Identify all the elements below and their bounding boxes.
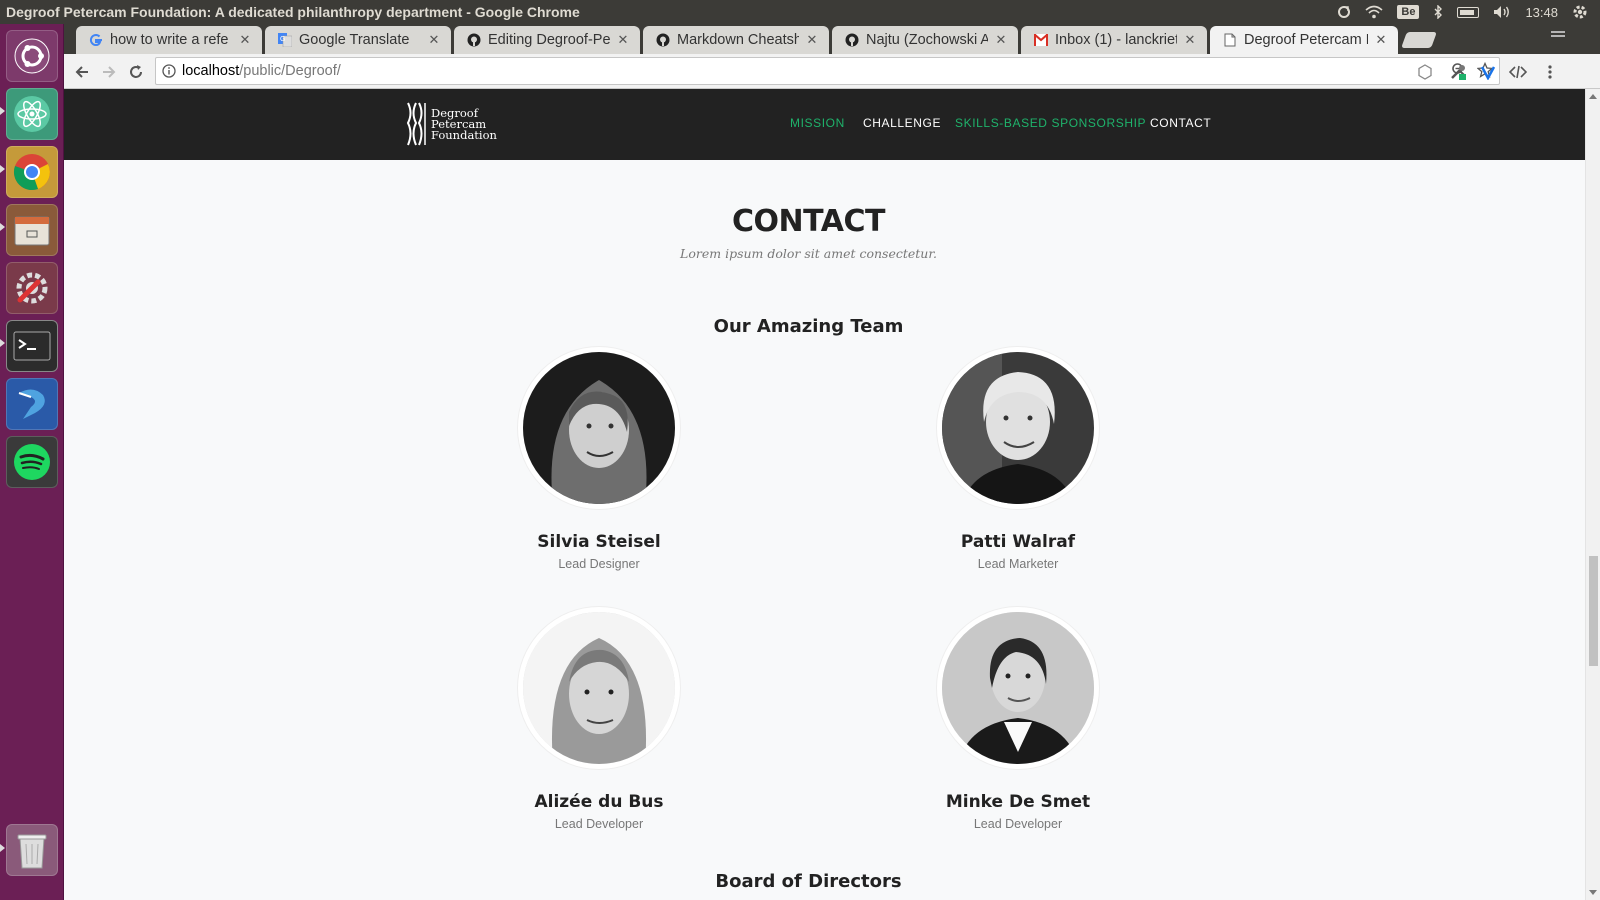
tab-strip: how to write a refe ✕ G Google Translate… <box>64 24 1600 54</box>
top-panel: Degroof Petercam Foundation: A dedicated… <box>0 0 1600 24</box>
gmail-icon <box>1033 32 1049 48</box>
nav-contact[interactable]: CONTACT <box>1150 116 1211 130</box>
board-heading-partial: Board of Directors <box>715 871 902 892</box>
team-heading: Our Amazing Team <box>713 316 904 337</box>
launcher-running-pip <box>0 339 5 347</box>
member-photo <box>518 607 680 769</box>
tab-github-najtu[interactable]: Najtu (Zochowski A ✕ <box>832 26 1018 54</box>
forward-icon[interactable] <box>97 60 121 84</box>
panel-indicators: Be 13:48 <box>1337 4 1600 20</box>
extension-code-icon[interactable] <box>1506 60 1530 84</box>
member-photo <box>937 607 1099 769</box>
member-name: Patti Walraf <box>960 532 1076 552</box>
spotify-icon[interactable] <box>6 436 58 488</box>
member-name: Alizée du Bus <box>534 792 664 812</box>
launcher <box>0 24 64 900</box>
tab-degroof-active[interactable]: Degroof Petercam F ✕ <box>1210 26 1398 54</box>
svg-text:G: G <box>280 36 285 43</box>
github-icon <box>655 32 671 48</box>
sync-icon[interactable] <box>1337 5 1351 19</box>
battery-icon[interactable] <box>1457 6 1480 18</box>
chrome-menu-icon[interactable] <box>1538 60 1562 84</box>
session-gear-icon[interactable] <box>1572 4 1588 20</box>
extension-v-icon[interactable] <box>1476 60 1500 84</box>
clock[interactable]: 13:48 <box>1525 5 1558 20</box>
launcher-running-pip <box>0 844 5 852</box>
reload-icon[interactable] <box>124 60 148 84</box>
tab-close-icon[interactable]: ✕ <box>1183 32 1197 48</box>
url-path: /public/Degroof/ <box>239 63 341 79</box>
member-photo <box>518 347 680 509</box>
site-info-icon[interactable] <box>156 64 182 78</box>
wifi-icon[interactable] <box>1365 5 1383 19</box>
ubuntu-dash-icon[interactable] <box>6 30 58 82</box>
tab-close-icon[interactable]: ✕ <box>616 32 630 48</box>
launcher-running-pip <box>0 223 5 231</box>
terminal-icon[interactable] <box>6 320 58 372</box>
extension-eyedropper-icon[interactable] <box>1446 60 1470 84</box>
site-logo[interactable]: Degroof Petercam Foundation <box>405 99 497 149</box>
member-photo <box>937 347 1099 509</box>
logo-mark-icon <box>406 102 426 146</box>
member-name: Minke De Smet <box>945 792 1091 812</box>
member-role: Lead Developer <box>973 817 1063 831</box>
tab-close-icon[interactable]: ✕ <box>427 32 441 48</box>
github-icon <box>844 32 860 48</box>
github-icon <box>466 32 482 48</box>
keyboard-layout-indicator[interactable]: Be <box>1397 5 1420 19</box>
tab-close-icon[interactable]: ✕ <box>994 32 1008 48</box>
page-icon <box>1222 32 1238 48</box>
section-subtitle: Lorem ipsum dolor sit amet consectetur. <box>680 246 937 261</box>
atom-editor-icon[interactable] <box>6 88 58 140</box>
member-name: Silvia Steisel <box>537 532 661 552</box>
scroll-down-arrow-icon[interactable] <box>1589 890 1597 895</box>
files-icon[interactable] <box>6 204 58 256</box>
member-role: Lead Developer <box>554 817 644 831</box>
logo-text: Degroof Petercam Foundation <box>431 105 497 142</box>
page-scrollbar[interactable] <box>1585 89 1600 900</box>
team-member-card: Minke De Smet Lead Developer <box>888 607 1148 831</box>
window-controls-icon[interactable] <box>1550 30 1566 46</box>
extension-cube-icon[interactable] <box>1413 60 1437 84</box>
section-title: CONTACT <box>732 204 885 239</box>
launcher-running-pip <box>0 165 5 173</box>
address-bar[interactable]: localhost/public/Degroof/ <box>155 57 1500 85</box>
scroll-up-arrow-icon[interactable] <box>1589 94 1597 99</box>
dart-editor-icon[interactable] <box>6 378 58 430</box>
tab-markdown-cheatsheet[interactable]: Markdown Cheatsh ✕ <box>643 26 829 54</box>
google-icon <box>88 32 104 48</box>
window-title: Degroof Petercam Foundation: A dedicated… <box>6 4 580 20</box>
bluetooth-icon[interactable] <box>1433 5 1443 19</box>
tab-google-search[interactable]: how to write a refe ✕ <box>76 26 262 54</box>
tab-google-translate[interactable]: G Google Translate ✕ <box>265 26 451 54</box>
tab-close-icon[interactable]: ✕ <box>1374 32 1388 48</box>
member-role: Lead Marketer <box>977 557 1059 571</box>
translate-icon: G <box>277 32 293 48</box>
member-role: Lead Designer <box>558 557 640 571</box>
browser-toolbar: localhost/public/Degroof/ <box>64 54 1600 89</box>
volume-icon[interactable] <box>1493 5 1511 19</box>
new-tab-button[interactable] <box>1401 32 1437 48</box>
team-member-card: Silvia Steisel Lead Designer <box>469 347 729 571</box>
team-member-card: Alizée du Bus Lead Developer <box>469 607 729 831</box>
site-navbar: Degroof Petercam Foundation MISSION CHAL… <box>64 89 1585 160</box>
tab-close-icon[interactable]: ✕ <box>805 32 819 48</box>
nav-challenge[interactable]: CHALLENGE <box>863 116 941 130</box>
url-host: localhost <box>182 63 240 79</box>
launcher-running-pip <box>0 107 5 115</box>
team-member-card: Patti Walraf Lead Marketer <box>888 347 1148 571</box>
trash-icon[interactable] <box>6 824 58 876</box>
nav-mission[interactable]: MISSION <box>790 116 845 130</box>
page-viewport: Degroof Petercam Foundation MISSION CHAL… <box>64 89 1600 900</box>
scroll-thumb[interactable] <box>1589 556 1598 666</box>
nav-skills-based-sponsorship[interactable]: SKILLS-BASED SPONSORSHIP <box>955 116 1146 130</box>
back-icon[interactable] <box>70 60 94 84</box>
tab-gmail-inbox[interactable]: Inbox (1) - lanckriet ✕ <box>1021 26 1207 54</box>
chrome-icon[interactable] <box>6 146 58 198</box>
tab-close-icon[interactable]: ✕ <box>238 32 252 48</box>
tab-github-editing[interactable]: Editing Degroof-Pe ✕ <box>454 26 640 54</box>
system-settings-icon[interactable] <box>6 262 58 314</box>
